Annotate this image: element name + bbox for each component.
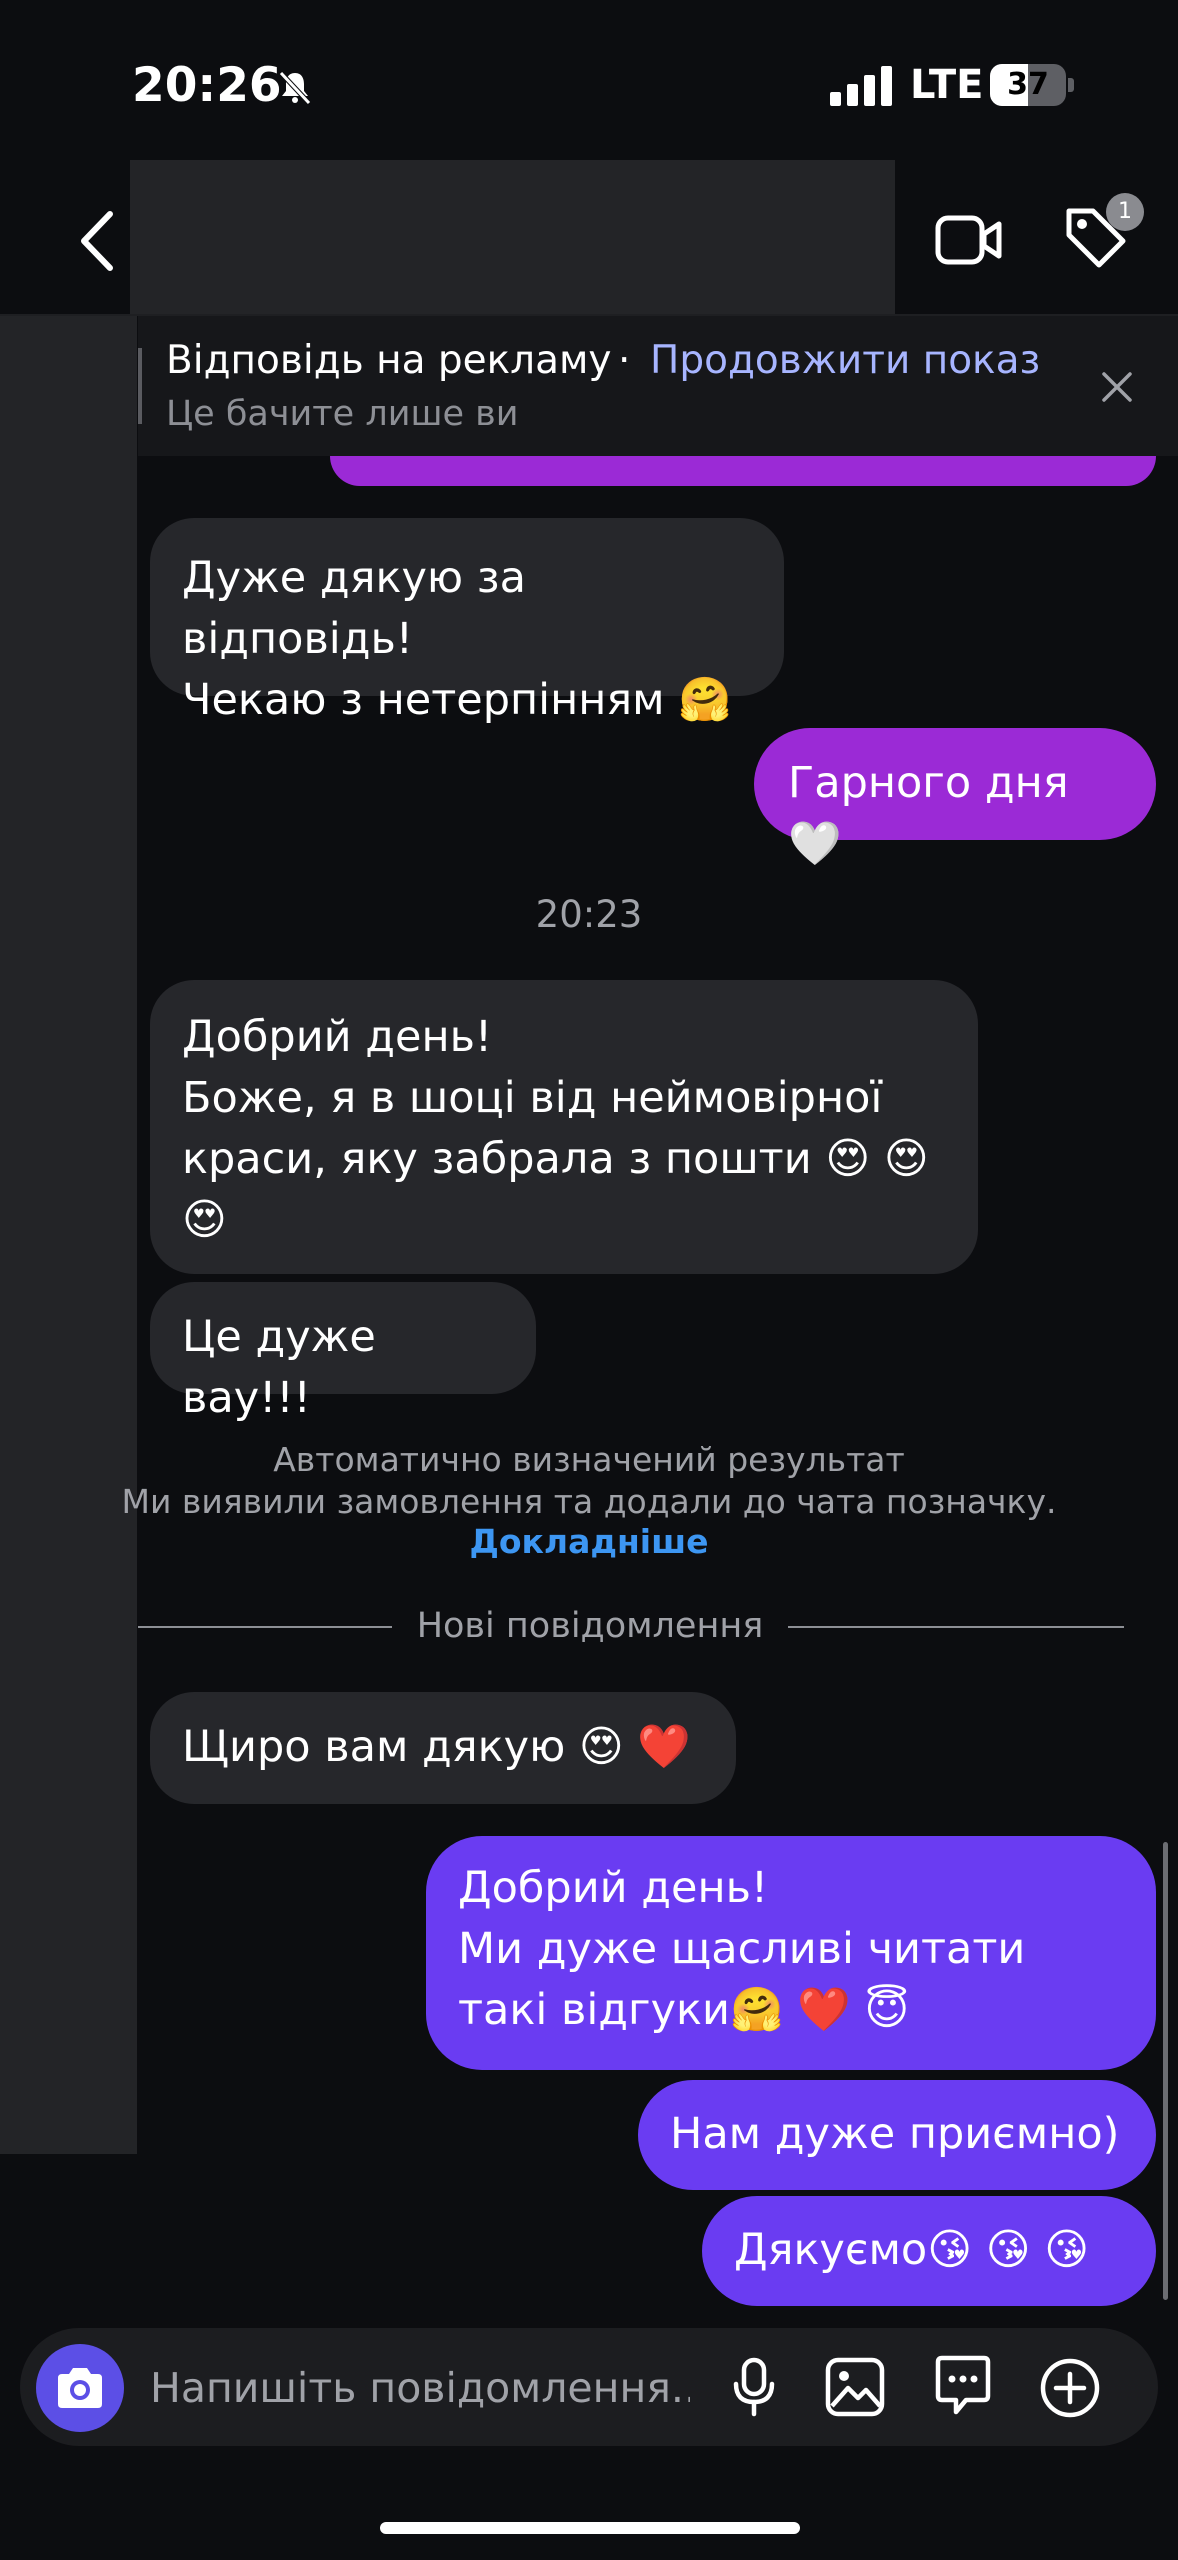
auto-detection-text: Ми виявили замовлення та додали до чата … [121,1482,1057,1521]
message-bubble-outgoing[interactable]: Гарного дня🤍 [754,728,1156,869]
message-bubble-outgoing-partial[interactable] [330,456,1156,486]
sticker-icon[interactable] [930,2352,996,2418]
signal-icon [830,66,892,106]
message-bubble-outgoing[interactable]: Добрий день! Ми дуже щасливі читати такі… [426,1836,1156,2070]
notification-badge: 1 [1106,193,1144,231]
video-camera-icon[interactable] [935,210,1003,270]
image-icon[interactable] [824,2356,886,2418]
battery-level: 37 [1007,67,1049,102]
camera-icon [58,2368,102,2408]
continue-ad-link[interactable]: Продовжити показ [650,338,1040,383]
message-bubble-incoming[interactable]: Щиро вам дякую 😍 ❤️ [150,1692,736,1804]
message-input[interactable] [150,2360,690,2416]
message-timestamp: 20:23 [535,893,643,936]
chevron-left-icon[interactable] [78,210,118,272]
plus-circle-icon[interactable] [1038,2356,1102,2420]
ad-banner-separator: · [618,338,631,383]
learn-more-link[interactable]: Докладніше [0,1522,1178,1561]
ad-banner-title: Відповідь на рекламу [166,338,612,383]
status-time: 20:26 [132,58,282,113]
message-bubble-outgoing[interactable]: Нам дуже приємно) [638,2080,1156,2190]
bell-muted-icon [279,71,311,105]
ad-banner-accent [138,348,142,424]
battery-icon: 37 [990,64,1074,106]
side-panel-redacted [0,316,137,2154]
ad-banner-subtitle: Це бачите лише ви [166,394,519,434]
microphone-icon[interactable] [728,2356,780,2420]
message-bubble-outgoing[interactable]: Дякуємо😘 😘 😘 [702,2196,1156,2306]
new-messages-divider: Нові повідомлення [416,1606,764,1646]
message-bubble-incoming[interactable]: Це дуже вау!!! [150,1282,536,1423]
close-icon[interactable] [1098,368,1136,406]
home-indicator[interactable] [380,2522,800,2534]
divider-line [788,1626,1124,1628]
auto-detection-title: Автоматично визначений результат [273,1440,905,1479]
message-bubble-incoming[interactable]: Добрий день! Боже, я в шоці від неймовір… [150,980,978,1274]
divider-line [138,1626,392,1628]
network-type: LTE [910,62,984,108]
message-bubble-incoming[interactable]: Дуже дякую за відповідь! Чекаю з нетерпі… [150,518,784,725]
scrollbar[interactable] [1163,1842,1168,2300]
contact-header-redacted[interactable] [130,160,895,315]
ad-reply-banner [138,316,1178,456]
